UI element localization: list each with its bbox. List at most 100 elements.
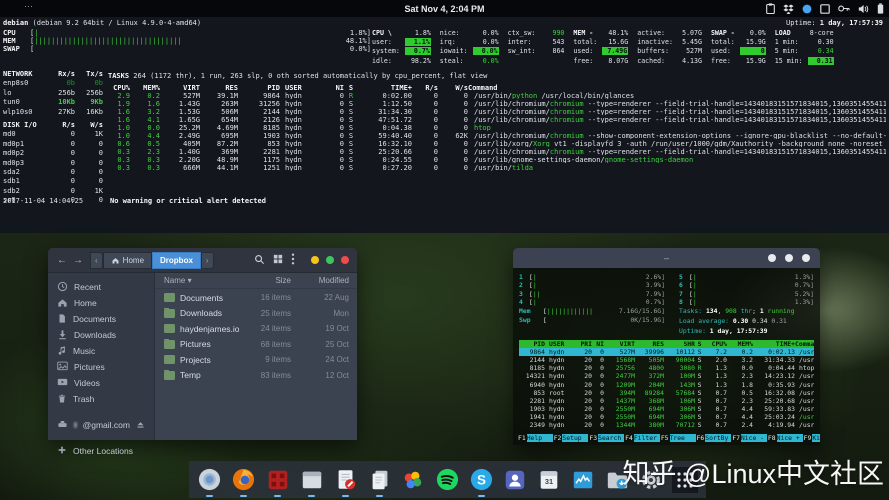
htop-col-header[interactable]: NI bbox=[592, 340, 604, 348]
htop-header-row[interactable]: PID USER PRI NI VIRT RES SHR S CPU% MEM% TIME+ Comm… bbox=[519, 339, 814, 348]
key-icon[interactable] bbox=[838, 4, 850, 13]
htop-col-header[interactable]: PID bbox=[519, 340, 545, 348]
htop-process-row[interactable]: 2281 hydn 20 0 1437M 368M 106M S 0.7 2.3 25:20.68 /… bbox=[519, 397, 814, 405]
forward-button[interactable]: → bbox=[70, 252, 86, 268]
sidebar-item-music[interactable]: Music bbox=[48, 343, 154, 359]
fkey-f3[interactable]: F3 Search bbox=[588, 434, 625, 442]
process-col-header[interactable]: NI bbox=[316, 84, 344, 91]
htop-col-header[interactable]: PRI bbox=[575, 340, 592, 348]
process-row[interactable]: 0.3 0.3 2.20G 48.9M 1175 hydn 0 S 0:24.55 0 0/usr/… bbox=[104, 156, 886, 163]
htop-process-row[interactable]: 1941 hydn 20 0 2550M 694M 306M S 0.7 4.4 25:03.24 /… bbox=[519, 413, 814, 421]
htop-process-row[interactable]: 2349 hydn 20 0 1344M 380M 70712 S 0.7 2.4 4:19.94 /… bbox=[519, 421, 814, 429]
breadcrumb-dropbox[interactable]: Dropbox bbox=[152, 251, 201, 269]
file-row-projects[interactable]: Projects 9 items 24 Oct bbox=[155, 352, 357, 368]
process-col-header[interactable]: USER bbox=[280, 84, 316, 91]
file-row-pictures[interactable]: Pictures 68 items 25 Oct bbox=[155, 337, 357, 353]
process-col-header[interactable]: CPU% bbox=[104, 84, 130, 91]
process-col-header[interactable]: R/s bbox=[412, 84, 438, 91]
htop-col-header[interactable]: Command bbox=[795, 340, 814, 348]
system-tray[interactable] bbox=[766, 0, 884, 17]
dock-item-spotify[interactable] bbox=[434, 466, 461, 493]
dock-item-system-monitor[interactable] bbox=[570, 466, 597, 493]
fkey-f1[interactable]: F1 Help bbox=[517, 434, 553, 442]
status-blue-icon[interactable] bbox=[802, 4, 812, 14]
file-manager-window[interactable]: ← → ‹ Home Dropbox › Recent Home Documents… bbox=[48, 248, 357, 456]
sidebar-item-other-locations[interactable]: Other Locations bbox=[48, 443, 154, 459]
eject-icon[interactable] bbox=[136, 420, 145, 431]
htop-process-table[interactable]: PID USER PRI NI VIRT RES SHR S CPU% MEM% TIME+ Comm… bbox=[519, 339, 814, 430]
glances-terminal[interactable]: debian (debian 9.2 64bit / Linux 4.9.0-4… bbox=[0, 17, 889, 233]
htop-col-header[interactable]: S bbox=[695, 340, 704, 348]
sidebar-item-home[interactable]: Home bbox=[48, 295, 154, 311]
dock-item-contacts[interactable] bbox=[502, 466, 529, 493]
pathbar-more[interactable]: › bbox=[200, 251, 214, 269]
battery-icon[interactable] bbox=[877, 3, 884, 14]
process-col-header[interactable]: Command bbox=[468, 84, 886, 91]
menu-kebab-icon[interactable] bbox=[291, 253, 295, 267]
htop-window-buttons[interactable] bbox=[768, 254, 810, 262]
htop-col-header[interactable]: SHR bbox=[664, 340, 695, 348]
clock[interactable]: Sat Nov 4, 2:04 PM bbox=[0, 4, 889, 14]
fkey-f7[interactable]: F7 Nice - bbox=[731, 434, 767, 442]
htop-terminal-body[interactable]: 1[| 2.6%] 5[| 1.3%] 2[| 3.9%] 6[| 0.7%] 3[|| 7.9%… bbox=[513, 268, 820, 445]
htop-col-header[interactable]: CPU% bbox=[704, 340, 727, 348]
htop-button-2[interactable] bbox=[785, 254, 793, 262]
htop-process-row[interactable]: 2144 hydn 20 0 1568M 505M 90004 S 2.0 3.2 31:34.33… bbox=[519, 356, 814, 364]
window-icon[interactable] bbox=[820, 3, 830, 14]
column-size[interactable]: Size bbox=[239, 276, 291, 285]
pathbar-scroll-left[interactable]: ‹ bbox=[90, 251, 103, 269]
file-row-temp[interactable]: Temp 83 items 12 Oct bbox=[155, 368, 357, 384]
breadcrumb-home[interactable]: Home bbox=[102, 251, 153, 269]
process-col-header[interactable]: VIRT bbox=[160, 84, 200, 91]
process-row[interactable]: 1.9 1.6 1.43G 263M 31256 hydn 0 S 1:12.50 0 0/usr/… bbox=[104, 100, 886, 107]
process-col-header[interactable]: W/s bbox=[438, 84, 468, 91]
htop-col-header[interactable]: MEM% bbox=[727, 340, 753, 348]
process-row[interactable]: 1.0 0.0 25.2M 4.69M 8185 hydn 0 S 0:04.38 0 0 htop bbox=[104, 124, 886, 131]
close-button[interactable] bbox=[341, 256, 349, 264]
process-row[interactable]: 0.6 0.5 405M 87.2M 853 hydn 0 S 16:32.10 0 0/usr/l… bbox=[104, 140, 886, 147]
dock-item-chromium[interactable] bbox=[196, 466, 223, 497]
htop-process-row[interactable]: 9864 hydn 20 0 527M 39996 10112 S 7.2 0.2 0:02.13 /… bbox=[519, 347, 814, 356]
htop-col-header[interactable]: USER bbox=[545, 340, 575, 348]
htop-function-keys[interactable]: F1 Help F2 Setup F3 Search F4 Filter F5 Tree F6 Sor… bbox=[517, 434, 820, 442]
file-row-documents[interactable]: Documents 16 items 22 Aug bbox=[155, 290, 357, 306]
sidebar-item-pictures[interactable]: Pictures bbox=[48, 359, 154, 375]
process-row[interactable]: 0.3 2.3 1.40G 369M 2281 hydn 0 S 25:20.66 0 0/usr/… bbox=[104, 148, 886, 155]
dock-item-skype[interactable]: S bbox=[468, 466, 495, 497]
sidebar-item--gmail-com[interactable]: @gmail.com bbox=[48, 417, 154, 433]
fkey-f9[interactable]: F9Kill bbox=[803, 434, 820, 442]
htop-col-header[interactable]: RES bbox=[635, 340, 664, 348]
file-row-downloads[interactable]: Downloads 25 items Mon bbox=[155, 306, 357, 322]
dock-item-firefox[interactable] bbox=[230, 466, 257, 497]
minimize-button[interactable] bbox=[311, 256, 319, 264]
sidebar-item-recent[interactable]: Recent bbox=[48, 279, 154, 295]
process-col-header[interactable]: TIME+ bbox=[358, 84, 412, 91]
htop-col-header[interactable]: TIME+ bbox=[753, 340, 795, 348]
htop-terminal-window[interactable]: – 1[| 2.6%] 5[| 1.3%] 2[| 3.9%] 6[| 0.7%] 3[|| 7.… bbox=[513, 248, 820, 445]
dock-item-google-photos[interactable] bbox=[400, 466, 427, 493]
dropbox-icon[interactable] bbox=[783, 3, 794, 14]
maximize-button[interactable] bbox=[326, 256, 334, 264]
dock-item-documents[interactable] bbox=[366, 466, 393, 497]
dock-item-file-manager[interactable] bbox=[298, 466, 325, 497]
clipboard-icon[interactable] bbox=[766, 3, 775, 14]
fkey-f5[interactable]: F5 Tree bbox=[660, 434, 696, 442]
sidebar-item-downloads[interactable]: Downloads bbox=[48, 327, 154, 343]
htop-process-row[interactable]: 1903 hydn 20 0 2550M 694M 306M S 0.7 4.4 59:33.83 /… bbox=[519, 405, 814, 413]
dock-item-text-editor[interactable] bbox=[332, 466, 359, 497]
process-row[interactable]: 1.0 4.4 2.49G 695M 1903 hydn 0 S 59:40.40 0 62K/us… bbox=[104, 132, 886, 139]
process-header-row[interactable]: CPU% MEM% VIRT RES PID USER NI S TIME+ R/s W/s Comm… bbox=[104, 84, 886, 91]
process-row[interactable]: 1.6 4.1 1.65G 654M 2126 hydn 0 S 47:51.72 0 0/usr/… bbox=[104, 116, 886, 123]
htop-process-row[interactable]: 6940 hydn 20 0 1209M 204M 143M S 1.3 1.8 0:35.93/u… bbox=[519, 381, 814, 389]
back-button[interactable]: ← bbox=[54, 252, 70, 268]
volume-icon[interactable] bbox=[858, 4, 869, 14]
column-modified[interactable]: Modified bbox=[291, 276, 349, 285]
sidebar-item-videos[interactable]: Videos bbox=[48, 375, 154, 391]
process-col-header[interactable]: S bbox=[344, 84, 358, 91]
fkey-f8[interactable]: F8 Nice + bbox=[767, 434, 803, 442]
sidebar-item-trash[interactable]: Trash bbox=[48, 391, 154, 407]
process-col-header[interactable]: MEM% bbox=[130, 84, 160, 91]
process-col-header[interactable]: RES bbox=[200, 84, 238, 91]
htop-button-3[interactable] bbox=[802, 254, 810, 262]
process-col-header[interactable]: PID bbox=[238, 84, 280, 91]
